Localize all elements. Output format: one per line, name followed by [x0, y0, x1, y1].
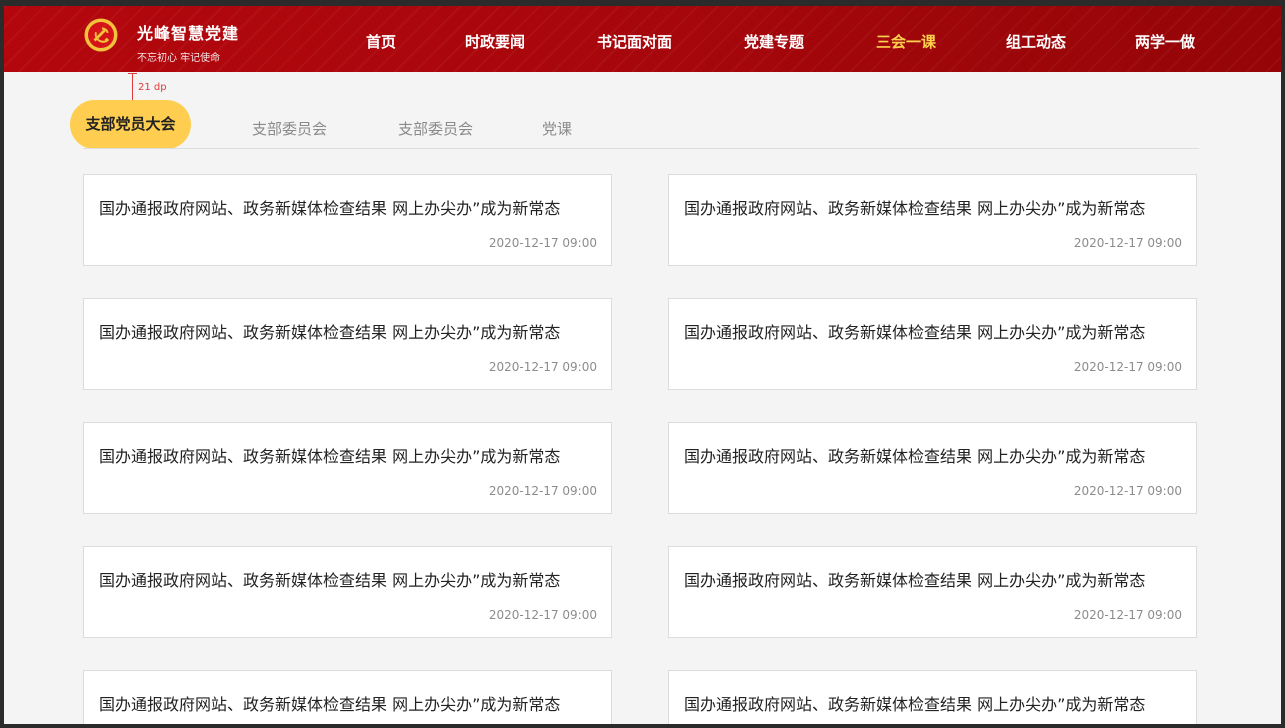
nav-item-current-affairs[interactable]: 时政要闻: [465, 31, 525, 52]
article-title[interactable]: 国办通报政府网站、政务新媒体检查结果 网上办尖办”成为新常态: [99, 319, 597, 343]
article-card[interactable]: 国办通报政府网站、政务新媒体检查结果 网上办尖办”成为新常态 2020-12-1…: [668, 298, 1197, 390]
article-title[interactable]: 国办通报政府网站、政务新媒体检查结果 网上办尖办”成为新常态: [99, 567, 597, 591]
article-date: 2020-12-17 09:00: [1073, 608, 1182, 622]
article-title[interactable]: 国办通报政府网站、政务新媒体检查结果 网上办尖办”成为新常态: [99, 691, 597, 715]
subtab-branch-members-meeting[interactable]: 支部党员大会: [70, 100, 191, 149]
nav-item-secretary-face-to-face[interactable]: 书记面对面: [597, 31, 672, 52]
article-title[interactable]: 国办通报政府网站、政务新媒体检查结果 网上办尖办”成为新常态: [684, 691, 1182, 715]
article-card[interactable]: 国办通报政府网站、政务新媒体检查结果 网上办尖办”成为新常态 2020-12-1…: [83, 422, 612, 514]
article-card[interactable]: 国办通报政府网站、政务新媒体检查结果 网上办尖办”成为新常态: [83, 670, 612, 724]
brand-slogan: 不忘初心 牢记使命: [137, 53, 221, 64]
brand-title: 光峰智慧党建: [137, 24, 240, 43]
article-title[interactable]: 国办通报政府网站、政务新媒体检查结果 网上办尖办”成为新常态: [684, 443, 1182, 467]
nav-item-party-building-topics[interactable]: 党建专题: [744, 31, 804, 52]
article-date: 2020-12-17 09:00: [1073, 484, 1182, 498]
article-date: 2020-12-17 09:00: [488, 236, 597, 250]
article-card[interactable]: 国办通报政府网站、政务新媒体检查结果 网上办尖办”成为新常态 2020-12-1…: [668, 422, 1197, 514]
article-card[interactable]: 国办通报政府网站、政务新媒体检查结果 网上办尖办”成为新常态 2020-12-1…: [83, 298, 612, 390]
nav-item-three-meetings-one-lesson[interactable]: 三会一课: [876, 31, 936, 52]
party-emblem-icon[interactable]: [84, 18, 118, 52]
article-card[interactable]: 国办通报政府网站、政务新媒体检查结果 网上办尖办”成为新常态 2020-12-1…: [668, 546, 1197, 638]
spacing-annotation-line: [132, 73, 133, 101]
article-title[interactable]: 国办通报政府网站、政务新媒体检查结果 网上办尖办”成为新常态: [684, 567, 1182, 591]
top-header: 光峰智慧党建 不忘初心 牢记使命 首页 时政要闻 书记面对面 党建专题 三会一课…: [4, 6, 1281, 72]
article-date: 2020-12-17 09:00: [488, 484, 597, 498]
subtab-divider: [83, 148, 1199, 149]
nav-item-organization-news[interactable]: 组工动态: [1006, 31, 1066, 52]
article-card[interactable]: 国办通报政府网站、政务新媒体检查结果 网上办尖办”成为新常态: [668, 670, 1197, 724]
subtab-party-lesson[interactable]: 党课: [542, 118, 572, 139]
article-title[interactable]: 国办通报政府网站、政务新媒体检查结果 网上办尖办”成为新常态: [684, 195, 1182, 219]
article-card[interactable]: 国办通报政府网站、政务新媒体检查结果 网上办尖办”成为新常态 2020-12-1…: [668, 174, 1197, 266]
article-date: 2020-12-17 09:00: [1073, 360, 1182, 374]
article-date: 2020-12-17 09:00: [1073, 236, 1182, 250]
article-card[interactable]: 国办通报政府网站、政务新媒体检查结果 网上办尖办”成为新常态 2020-12-1…: [83, 174, 612, 266]
nav-item-two-studies-one-action[interactable]: 两学一做: [1135, 31, 1195, 52]
spacing-annotation-label: 21 dp: [138, 82, 167, 93]
page-frame: 光峰智慧党建 不忘初心 牢记使命 首页 时政要闻 书记面对面 党建专题 三会一课…: [4, 6, 1281, 724]
nav-item-home[interactable]: 首页: [366, 31, 396, 52]
article-title[interactable]: 国办通报政府网站、政务新媒体检查结果 网上办尖办”成为新常态: [99, 443, 597, 467]
article-date: 2020-12-17 09:00: [488, 608, 597, 622]
subtab-branch-committee-2[interactable]: 支部委员会: [398, 118, 473, 139]
article-title[interactable]: 国办通报政府网站、政务新媒体检查结果 网上办尖办”成为新常态: [684, 319, 1182, 343]
subtab-branch-committee[interactable]: 支部委员会: [252, 118, 327, 139]
article-card[interactable]: 国办通报政府网站、政务新媒体检查结果 网上办尖办”成为新常态 2020-12-1…: [83, 546, 612, 638]
article-date: 2020-12-17 09:00: [488, 360, 597, 374]
article-title[interactable]: 国办通报政府网站、政务新媒体检查结果 网上办尖办”成为新常态: [99, 195, 597, 219]
